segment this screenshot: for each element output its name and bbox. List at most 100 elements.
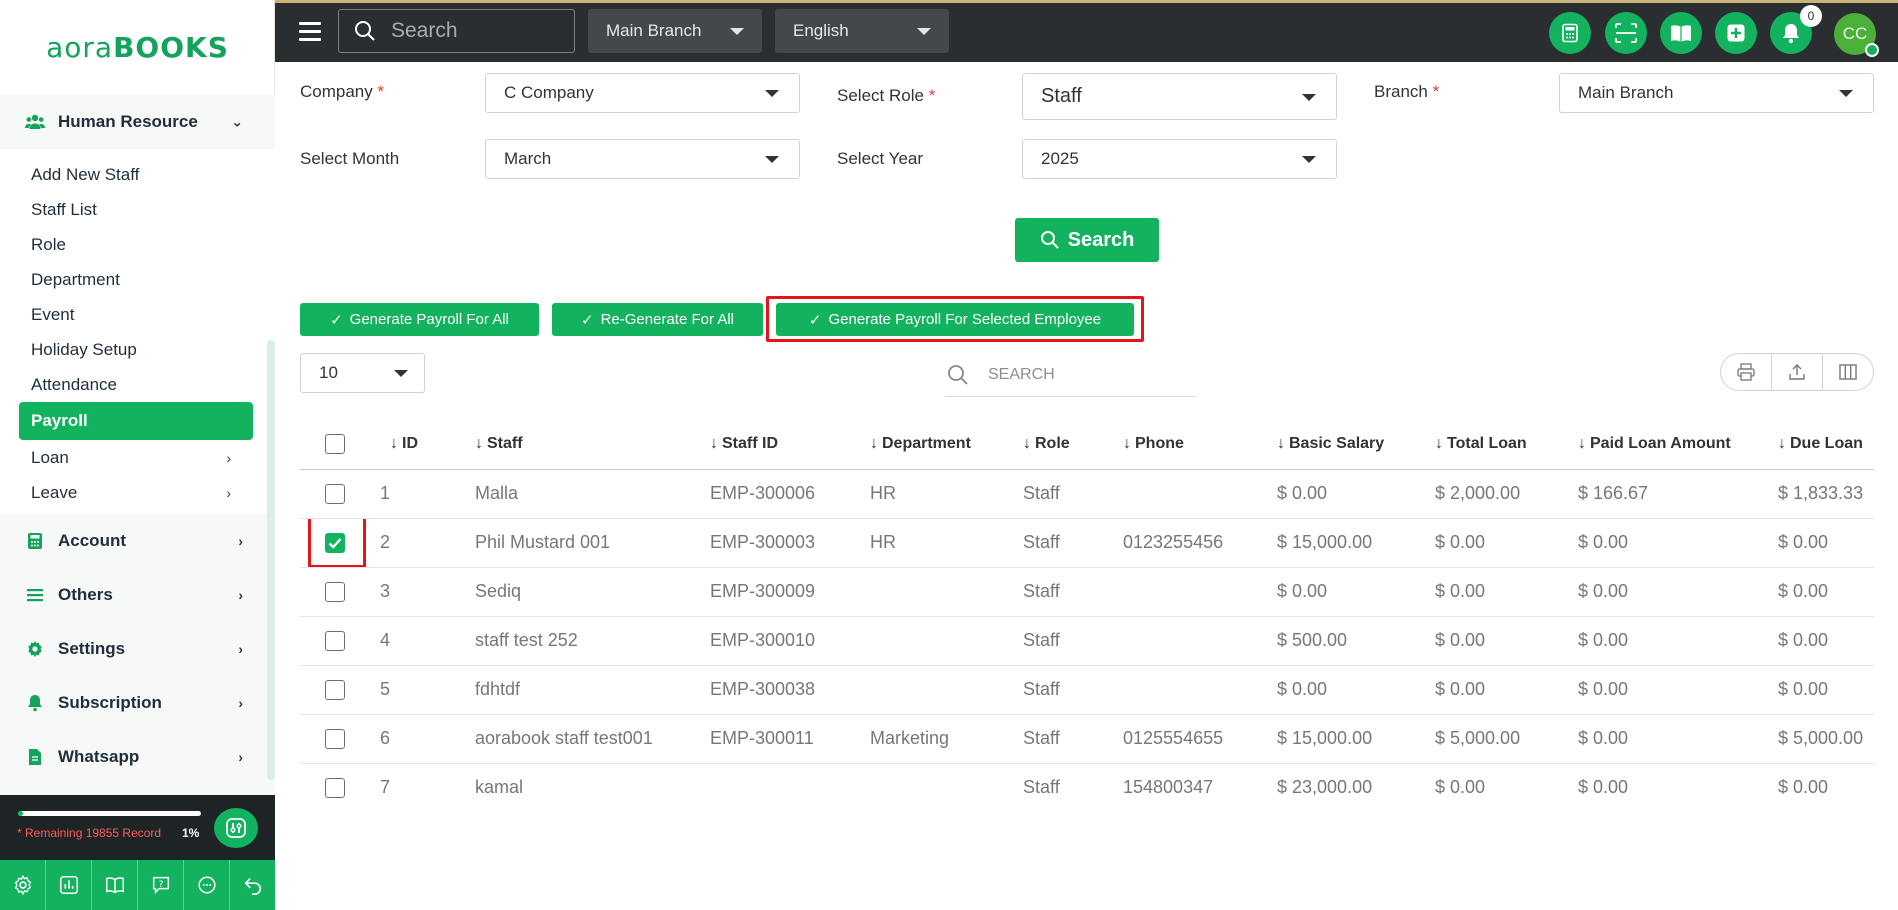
- sidebar-item-role[interactable]: Role: [19, 227, 253, 262]
- book-icon[interactable]: [92, 860, 138, 910]
- year-select[interactable]: 2025: [1022, 139, 1337, 179]
- cell-paid-loan: $ 0.00: [1578, 518, 1778, 568]
- sidebar-item-reports[interactable]: Reports›: [0, 784, 275, 795]
- bell-icon: [24, 692, 46, 714]
- caret-down-icon: [765, 90, 779, 97]
- scan-button[interactable]: [1605, 12, 1647, 54]
- row-checkbox[interactable]: [325, 532, 345, 553]
- company-select[interactable]: C Company: [485, 73, 800, 113]
- search-button[interactable]: Search: [1015, 218, 1159, 262]
- select-all-checkbox[interactable]: [325, 434, 345, 455]
- caret-down-icon: [730, 28, 744, 35]
- column-header-phone[interactable]: ↓ Phone: [1123, 420, 1277, 470]
- sidebar-item-whatsapp[interactable]: Whatsapp ›: [0, 730, 275, 784]
- table-row[interactable]: 7 kamal Staff 154800347 $ 23,000.00 $ 0.00 $ 0…: [300, 763, 1874, 800]
- chart-icon[interactable]: [46, 860, 92, 910]
- generate-payroll-all-button[interactable]: ✓ Generate Payroll For All: [300, 303, 539, 336]
- sidebar-item-payroll[interactable]: Payroll: [19, 402, 253, 440]
- user-avatar[interactable]: CC: [1834, 13, 1879, 57]
- row-checkbox[interactable]: [325, 630, 345, 651]
- regenerate-all-button[interactable]: ✓ Re-Generate For All: [552, 303, 763, 336]
- column-header-basic-salary[interactable]: ↓ Basic Salary: [1277, 420, 1435, 470]
- cell-phone: [1123, 616, 1277, 666]
- global-search-input[interactable]: Search: [338, 9, 575, 53]
- cell-basic-salary: $ 15,000.00: [1277, 518, 1435, 568]
- table-row[interactable]: 2 Phil Mustard 001 EMP-300003 HR Staff 012325…: [300, 518, 1874, 568]
- column-header-paid-loan-amount[interactable]: ↓ Paid Loan Amount: [1578, 420, 1778, 470]
- month-select[interactable]: March: [485, 139, 800, 179]
- cell-phone: 0123255456: [1123, 518, 1277, 568]
- search-icon: [355, 21, 375, 41]
- column-header-staff-id[interactable]: ↓ Staff ID: [710, 420, 870, 470]
- table-row[interactable]: 1 Malla EMP-300006 HR Staff $ 0.00 $ 2,000.00 $…: [300, 469, 1874, 519]
- sidebar-item-settings[interactable]: Settings ›: [0, 622, 275, 676]
- table-row[interactable]: 4 staff test 252 EMP-300010 Staff $ 500.00 $ …: [300, 616, 1874, 666]
- quota-settings-button[interactable]: [214, 808, 258, 848]
- sidebar-item-attendance[interactable]: Attendance: [19, 367, 253, 402]
- sidebar-item-add-new-staff[interactable]: Add New Staff: [19, 157, 253, 192]
- cell-staff: aorabook staff test001: [475, 714, 710, 764]
- column-header-role[interactable]: ↓ Role: [1023, 420, 1123, 470]
- table-row[interactable]: 3 Sediq EMP-300009 Staff $ 0.00 $ 0.00 $ 0.00 $…: [300, 567, 1874, 617]
- sidebar-item-subscription[interactable]: Subscription ›: [0, 676, 275, 730]
- table-search-input[interactable]: SEARCH: [946, 353, 1196, 397]
- book-button[interactable]: [1660, 12, 1702, 54]
- add-button[interactable]: [1715, 12, 1757, 54]
- table-row[interactable]: 6 aorabook staff test001 EMP-300011 Marketi…: [300, 714, 1874, 764]
- column-header-staff[interactable]: ↓ Staff: [475, 420, 710, 470]
- sidebar-scrollbar[interactable]: [267, 340, 275, 780]
- cell-id: 2: [368, 518, 475, 568]
- chevron-right-icon: ›: [238, 749, 243, 765]
- role-label: Select Role *: [837, 86, 936, 105]
- sidebar-group-label: Account: [58, 531, 126, 550]
- column-header-label: Staff ID: [722, 435, 778, 453]
- sidebar-item-loan[interactable]: Loan ›: [19, 440, 253, 475]
- column-header-label: Staff: [487, 435, 523, 453]
- chat-icon[interactable]: [184, 860, 230, 910]
- cell-department: HR: [870, 469, 1023, 519]
- branch-select[interactable]: Main Branch: [588, 9, 762, 53]
- table-row[interactable]: 5 fdhtdf EMP-300038 Staff $ 0.00 $ 0.00 $ 0.00…: [300, 665, 1874, 715]
- payroll-table: ↓ ID ↓ Staff ↓ Staff ID ↓ Department ↓ Role ↓ Phone…: [300, 420, 1874, 800]
- print-button[interactable]: [1721, 354, 1772, 390]
- row-checkbox[interactable]: [325, 581, 345, 602]
- notifications-button[interactable]: 0: [1770, 5, 1822, 54]
- sidebar-item-label: Event: [31, 304, 75, 324]
- sidebar-item-human-resource[interactable]: Human Resource ⌄: [0, 95, 275, 149]
- sidebar-item-event[interactable]: Event: [19, 297, 253, 332]
- cell-paid-loan: $ 0.00: [1578, 714, 1778, 764]
- sidebar-item-others[interactable]: Others ›: [0, 568, 275, 622]
- page-size-select[interactable]: 10: [300, 353, 425, 393]
- column-header-due-loan[interactable]: ↓ Due Loan: [1778, 420, 1874, 470]
- add-icon: [1727, 24, 1745, 42]
- company-select-value: C Company: [504, 83, 594, 102]
- sidebar-item-staff-list[interactable]: Staff List: [19, 192, 253, 227]
- help-icon[interactable]: ?: [138, 860, 184, 910]
- role-select[interactable]: Staff: [1022, 73, 1337, 120]
- calculator-button[interactable]: [1549, 12, 1591, 54]
- sort-arrow-icon: ↓: [1578, 435, 1586, 453]
- column-header-department[interactable]: ↓ Department: [870, 420, 1023, 470]
- hamburger-menu-icon[interactable]: [299, 22, 321, 42]
- row-checkbox[interactable]: [325, 483, 345, 504]
- sidebar-item-department[interactable]: Department: [19, 262, 253, 297]
- sidebar-item-holiday-setup[interactable]: Holiday Setup: [19, 332, 253, 367]
- column-header-id[interactable]: ↓ ID: [368, 420, 475, 470]
- column-header-total-loan[interactable]: ↓ Total Loan: [1435, 420, 1578, 470]
- row-checkbox[interactable]: [325, 777, 345, 798]
- row-checkbox[interactable]: [325, 728, 345, 749]
- cell-paid-loan: $ 166.67: [1578, 469, 1778, 519]
- branch-filter-select[interactable]: Main Branch: [1559, 73, 1874, 113]
- columns-button[interactable]: [1823, 354, 1873, 390]
- gear-icon[interactable]: [0, 860, 46, 910]
- row-checkbox[interactable]: [325, 679, 345, 700]
- bell-icon: [1783, 24, 1799, 44]
- cell-staff-id: EMP-300003: [710, 518, 870, 568]
- branch-filter-value: Main Branch: [1578, 83, 1674, 102]
- sidebar-item-leave[interactable]: Leave ›: [19, 475, 253, 510]
- sidebar-item-account[interactable]: Account ›: [0, 514, 275, 568]
- language-select[interactable]: English: [775, 9, 949, 53]
- app-logo[interactable]: aoraBOOKS: [0, 0, 275, 95]
- back-icon[interactable]: [230, 860, 275, 910]
- export-button[interactable]: [1772, 354, 1823, 390]
